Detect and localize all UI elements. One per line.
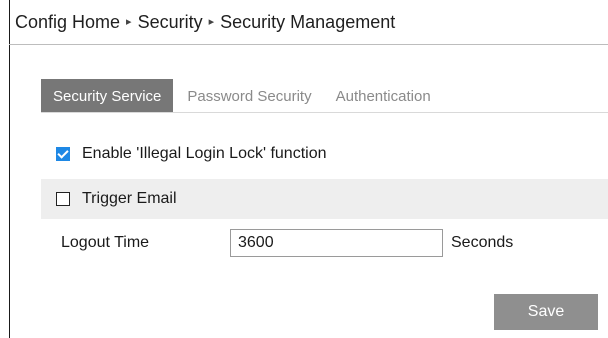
trigger-email-label: Trigger Email xyxy=(82,190,177,207)
breadcrumb-item-security[interactable]: Security xyxy=(138,12,203,33)
tab-bar: Security Service Password Security Authe… xyxy=(41,79,608,113)
tab-security-service[interactable]: Security Service xyxy=(41,79,174,113)
trigger-email-row: Trigger Email xyxy=(41,179,608,219)
save-button[interactable]: Save xyxy=(494,294,598,330)
breadcrumb-item-config-home[interactable]: Config Home xyxy=(15,12,120,33)
tab-divider xyxy=(41,112,608,113)
logout-time-label: Logout Time xyxy=(61,234,150,251)
breadcrumb-separator-icon: ▸ xyxy=(126,15,132,28)
logout-time-row: Logout Time Seconds xyxy=(41,226,608,260)
illegal-login-lock-label: Enable 'Illegal Login Lock' function xyxy=(82,145,327,162)
trigger-email-checkbox[interactable] xyxy=(56,192,70,206)
breadcrumb: Config Home ▸ Security ▸ Security Manage… xyxy=(15,0,608,44)
frame-border xyxy=(9,0,10,338)
illegal-login-lock-row: Enable 'Illegal Login Lock' function xyxy=(41,138,608,170)
tab-authentication[interactable]: Authentication xyxy=(324,79,443,113)
logout-time-unit: Seconds xyxy=(451,234,514,251)
illegal-login-lock-checkbox[interactable] xyxy=(56,147,70,161)
header-divider xyxy=(9,44,608,45)
logout-time-input[interactable] xyxy=(230,229,443,257)
breadcrumb-item-security-management: Security Management xyxy=(220,11,396,32)
tab-password-security[interactable]: Password Security xyxy=(173,79,323,113)
breadcrumb-separator-icon: ▸ xyxy=(208,15,215,28)
